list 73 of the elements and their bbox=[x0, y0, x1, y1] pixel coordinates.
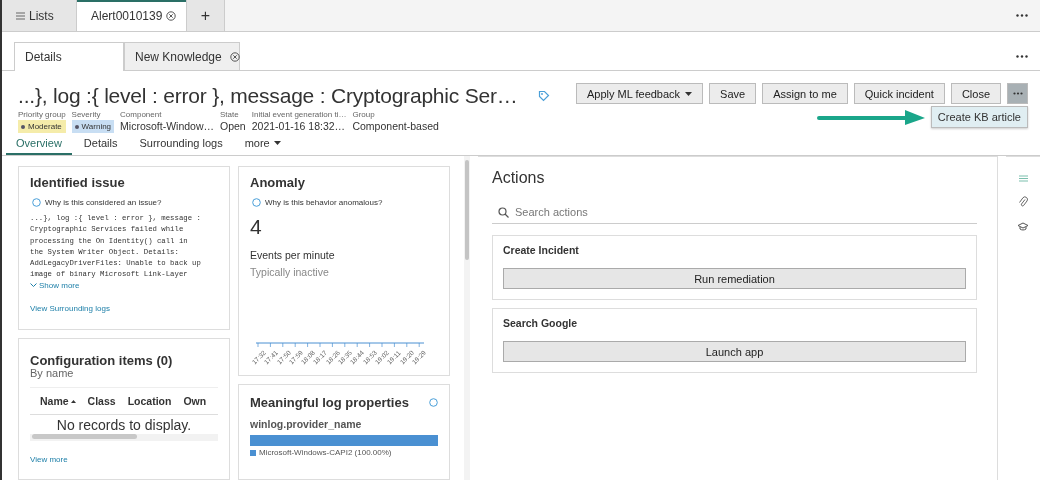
field-value: Open bbox=[220, 120, 246, 132]
card-title: Configuration items (0) bbox=[30, 353, 174, 368]
caret-icon bbox=[273, 141, 281, 145]
view-more-link[interactable]: View more bbox=[30, 455, 218, 464]
card-subtitle: By name bbox=[30, 368, 74, 379]
sort-icon bbox=[70, 399, 76, 403]
toolbar-button[interactable]: Save bbox=[709, 83, 757, 104]
help-icon[interactable] bbox=[252, 198, 261, 207]
search-field[interactable]: Search actions bbox=[492, 201, 977, 224]
show-more-link[interactable]: Show more bbox=[30, 280, 218, 290]
alert-title: ...}, log :{ level : error }, message : Cryptographic Ser… bbox=[18, 83, 518, 109]
hint-text: Why is this considered an issue? bbox=[45, 198, 162, 207]
field-label: State bbox=[220, 110, 240, 119]
section-tab[interactable]: more bbox=[234, 133, 291, 155]
more-icon bbox=[1012, 92, 1023, 95]
field-label: Initial event generation ti… bbox=[251, 110, 347, 119]
search-icon bbox=[498, 206, 509, 218]
caret-icon bbox=[685, 91, 693, 96]
more-icon[interactable] bbox=[1016, 14, 1028, 17]
field-value: Microsoft-Window… bbox=[120, 120, 214, 132]
paperclip-icon[interactable] bbox=[1018, 196, 1028, 208]
more-button[interactable] bbox=[1007, 83, 1028, 104]
column-header[interactable]: Class bbox=[87, 395, 116, 407]
alert-tab[interactable]: Alert0010139 bbox=[77, 0, 187, 31]
tag-icon[interactable] bbox=[537, 90, 550, 102]
toolbar-button[interactable]: Assign to me bbox=[762, 83, 848, 104]
lists-tab[interactable]: Lists bbox=[2, 0, 77, 31]
hint-text: Why is this behavior anomalous? bbox=[265, 198, 383, 207]
close-icon[interactable] bbox=[166, 10, 177, 21]
chevron-icon bbox=[30, 282, 37, 288]
column-header[interactable]: Own bbox=[183, 395, 207, 407]
anomaly-unit: Events per minute bbox=[250, 249, 336, 261]
toolbar-button[interactable]: Quick incident bbox=[853, 83, 945, 104]
toolbar-button[interactable]: Close bbox=[950, 83, 1001, 104]
detail-tab[interactable]: Details bbox=[14, 42, 124, 71]
add-tab-button[interactable]: + bbox=[187, 0, 225, 31]
section-tab[interactable]: Details bbox=[73, 133, 128, 155]
surrounding-logs-link[interactable]: View Surrounding logs bbox=[30, 303, 218, 313]
field-label: Group bbox=[352, 110, 376, 119]
property-name: winlog.provider_name bbox=[250, 418, 363, 430]
detail-tab[interactable]: New Knowledge bbox=[124, 42, 240, 70]
field-value: 2021-01-16 18:32… bbox=[251, 120, 347, 132]
legend-label: Microsoft-Windows-CAPI2 (100.00%) bbox=[259, 448, 392, 457]
empty-message: No records to display. bbox=[55, 416, 193, 433]
more-icon[interactable] bbox=[1016, 54, 1028, 58]
section-tab[interactable]: Surrounding logs bbox=[129, 133, 233, 155]
action-button[interactable]: Run remediation bbox=[503, 268, 966, 289]
card-title: Anomaly bbox=[250, 175, 306, 190]
column-header[interactable]: Location bbox=[127, 395, 172, 407]
list-icon[interactable] bbox=[1018, 175, 1028, 182]
close-icon[interactable] bbox=[229, 51, 240, 62]
field-label: Severity bbox=[71, 110, 102, 119]
anomaly-value: 4 bbox=[250, 215, 263, 239]
action-title: Create Incident bbox=[503, 244, 580, 256]
graduation-cap-icon[interactable] bbox=[1017, 222, 1029, 231]
status-badge: Warning bbox=[71, 120, 115, 133]
action-title: Search Google bbox=[503, 317, 579, 329]
action-button[interactable]: Launch app bbox=[503, 341, 966, 362]
menu-item[interactable]: Create KB article bbox=[931, 107, 1027, 127]
card-title: Identified issue bbox=[30, 175, 126, 190]
panel-title: Actions bbox=[492, 169, 546, 187]
list-icon bbox=[16, 11, 25, 20]
scrollbar[interactable] bbox=[30, 434, 218, 441]
card-title: Meaningful log properties bbox=[250, 395, 409, 410]
field-value: Component-based bbox=[352, 120, 439, 132]
status-badge: Moderate bbox=[18, 120, 66, 133]
anomaly-note: Typically inactive bbox=[250, 266, 330, 278]
column-header[interactable]: Name bbox=[40, 395, 76, 407]
help-icon[interactable] bbox=[32, 198, 41, 207]
ml-feedback-button[interactable]: Apply ML feedback bbox=[575, 83, 704, 104]
field-label: Priority group bbox=[18, 110, 66, 119]
field-label: Component bbox=[120, 110, 163, 119]
help-icon[interactable] bbox=[429, 398, 438, 407]
